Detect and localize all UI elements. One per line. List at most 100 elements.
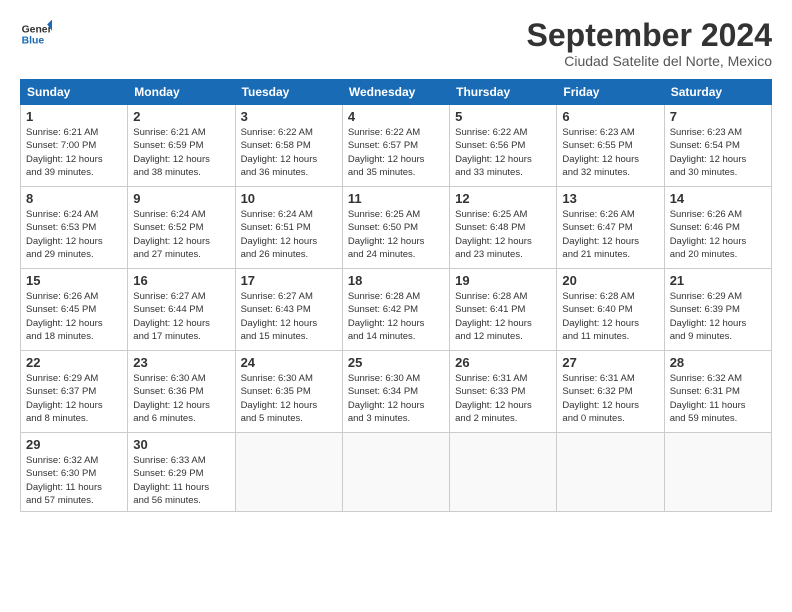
day-info: Sunrise: 6:27 AM Sunset: 6:43 PM Dayligh… (241, 290, 337, 343)
title-area: September 2024 Ciudad Satelite del Norte… (527, 18, 772, 69)
calendar-day: 21 Sunrise: 6:29 AM Sunset: 6:39 PM Dayli… (664, 269, 771, 351)
day-number: 23 (133, 355, 229, 370)
calendar-day: 17 Sunrise: 6:27 AM Sunset: 6:43 PM Dayli… (235, 269, 342, 351)
calendar-day: 25 Sunrise: 6:30 AM Sunset: 6:34 PM Dayli… (342, 351, 449, 433)
day-number: 24 (241, 355, 337, 370)
calendar-day (342, 433, 449, 512)
calendar-day: 27 Sunrise: 6:31 AM Sunset: 6:32 PM Dayli… (557, 351, 664, 433)
day-info: Sunrise: 6:24 AM Sunset: 6:53 PM Dayligh… (26, 208, 122, 261)
logo: General Blue (20, 18, 52, 50)
day-number: 19 (455, 273, 551, 288)
day-info: Sunrise: 6:22 AM Sunset: 6:57 PM Dayligh… (348, 126, 444, 179)
day-info: Sunrise: 6:23 AM Sunset: 6:55 PM Dayligh… (562, 126, 658, 179)
day-info: Sunrise: 6:30 AM Sunset: 6:34 PM Dayligh… (348, 372, 444, 425)
day-info: Sunrise: 6:28 AM Sunset: 6:41 PM Dayligh… (455, 290, 551, 343)
day-info: Sunrise: 6:21 AM Sunset: 7:00 PM Dayligh… (26, 126, 122, 179)
day-number: 18 (348, 273, 444, 288)
day-number: 29 (26, 437, 122, 452)
day-info: Sunrise: 6:21 AM Sunset: 6:59 PM Dayligh… (133, 126, 229, 179)
day-number: 16 (133, 273, 229, 288)
calendar-header-wednesday: Wednesday (342, 80, 449, 105)
calendar-day: 1 Sunrise: 6:21 AM Sunset: 7:00 PM Daylig… (21, 105, 128, 187)
day-info: Sunrise: 6:22 AM Sunset: 6:58 PM Dayligh… (241, 126, 337, 179)
day-info: Sunrise: 6:30 AM Sunset: 6:36 PM Dayligh… (133, 372, 229, 425)
day-number: 2 (133, 109, 229, 124)
calendar: SundayMondayTuesdayWednesdayThursdayFrid… (20, 79, 772, 512)
calendar-day: 3 Sunrise: 6:22 AM Sunset: 6:58 PM Daylig… (235, 105, 342, 187)
day-info: Sunrise: 6:25 AM Sunset: 6:48 PM Dayligh… (455, 208, 551, 261)
day-number: 30 (133, 437, 229, 452)
day-number: 12 (455, 191, 551, 206)
calendar-week-row: 1 Sunrise: 6:21 AM Sunset: 7:00 PM Daylig… (21, 105, 772, 187)
calendar-week-row: 15 Sunrise: 6:26 AM Sunset: 6:45 PM Dayli… (21, 269, 772, 351)
day-info: Sunrise: 6:32 AM Sunset: 6:31 PM Dayligh… (670, 372, 766, 425)
day-number: 27 (562, 355, 658, 370)
month-title: September 2024 (527, 18, 772, 53)
calendar-day: 15 Sunrise: 6:26 AM Sunset: 6:45 PM Dayli… (21, 269, 128, 351)
day-number: 15 (26, 273, 122, 288)
calendar-day: 28 Sunrise: 6:32 AM Sunset: 6:31 PM Dayli… (664, 351, 771, 433)
day-info: Sunrise: 6:30 AM Sunset: 6:35 PM Dayligh… (241, 372, 337, 425)
calendar-header-sunday: Sunday (21, 80, 128, 105)
day-info: Sunrise: 6:33 AM Sunset: 6:29 PM Dayligh… (133, 454, 229, 507)
calendar-header-friday: Friday (557, 80, 664, 105)
svg-text:Blue: Blue (22, 36, 45, 47)
calendar-day (557, 433, 664, 512)
calendar-day: 24 Sunrise: 6:30 AM Sunset: 6:35 PM Dayli… (235, 351, 342, 433)
calendar-week-row: 22 Sunrise: 6:29 AM Sunset: 6:37 PM Dayli… (21, 351, 772, 433)
calendar-day: 2 Sunrise: 6:21 AM Sunset: 6:59 PM Daylig… (128, 105, 235, 187)
calendar-day: 10 Sunrise: 6:24 AM Sunset: 6:51 PM Dayli… (235, 187, 342, 269)
day-info: Sunrise: 6:28 AM Sunset: 6:40 PM Dayligh… (562, 290, 658, 343)
day-info: Sunrise: 6:25 AM Sunset: 6:50 PM Dayligh… (348, 208, 444, 261)
day-info: Sunrise: 6:29 AM Sunset: 6:39 PM Dayligh… (670, 290, 766, 343)
calendar-day: 7Sunrise: 6:23 AM Sunset: 6:54 PM Daylig… (664, 105, 771, 187)
calendar-day (664, 433, 771, 512)
day-info: Sunrise: 6:24 AM Sunset: 6:52 PM Dayligh… (133, 208, 229, 261)
day-number: 11 (348, 191, 444, 206)
calendar-day: 14Sunrise: 6:26 AM Sunset: 6:46 PM Dayli… (664, 187, 771, 269)
day-number: 4 (348, 109, 444, 124)
calendar-day: 9Sunrise: 6:24 AM Sunset: 6:52 PM Daylig… (128, 187, 235, 269)
day-number: 22 (26, 355, 122, 370)
day-number: 14 (670, 191, 766, 206)
calendar-day: 8Sunrise: 6:24 AM Sunset: 6:53 PM Daylig… (21, 187, 128, 269)
calendar-day: 13Sunrise: 6:26 AM Sunset: 6:47 PM Dayli… (557, 187, 664, 269)
day-info: Sunrise: 6:32 AM Sunset: 6:30 PM Dayligh… (26, 454, 122, 507)
calendar-day (450, 433, 557, 512)
calendar-day: 16 Sunrise: 6:27 AM Sunset: 6:44 PM Dayli… (128, 269, 235, 351)
day-number: 6 (562, 109, 658, 124)
calendar-header-monday: Monday (128, 80, 235, 105)
day-number: 10 (241, 191, 337, 206)
day-number: 3 (241, 109, 337, 124)
calendar-day (235, 433, 342, 512)
day-info: Sunrise: 6:31 AM Sunset: 6:33 PM Dayligh… (455, 372, 551, 425)
day-info: Sunrise: 6:23 AM Sunset: 6:54 PM Dayligh… (670, 126, 766, 179)
day-number: 13 (562, 191, 658, 206)
calendar-header-thursday: Thursday (450, 80, 557, 105)
day-number: 1 (26, 109, 122, 124)
day-info: Sunrise: 6:24 AM Sunset: 6:51 PM Dayligh… (241, 208, 337, 261)
calendar-day: 29 Sunrise: 6:32 AM Sunset: 6:30 PM Dayli… (21, 433, 128, 512)
svg-text:General: General (22, 24, 52, 35)
day-number: 25 (348, 355, 444, 370)
day-info: Sunrise: 6:27 AM Sunset: 6:44 PM Dayligh… (133, 290, 229, 343)
calendar-day: 4 Sunrise: 6:22 AM Sunset: 6:57 PM Daylig… (342, 105, 449, 187)
day-number: 17 (241, 273, 337, 288)
calendar-day: 5Sunrise: 6:22 AM Sunset: 6:56 PM Daylig… (450, 105, 557, 187)
day-number: 21 (670, 273, 766, 288)
calendar-day: 6 Sunrise: 6:23 AM Sunset: 6:55 PM Daylig… (557, 105, 664, 187)
calendar-day: 30 Sunrise: 6:33 AM Sunset: 6:29 PM Dayli… (128, 433, 235, 512)
day-number: 26 (455, 355, 551, 370)
calendar-day: 19 Sunrise: 6:28 AM Sunset: 6:41 PM Dayli… (450, 269, 557, 351)
day-info: Sunrise: 6:28 AM Sunset: 6:42 PM Dayligh… (348, 290, 444, 343)
day-info: Sunrise: 6:31 AM Sunset: 6:32 PM Dayligh… (562, 372, 658, 425)
day-number: 28 (670, 355, 766, 370)
day-info: Sunrise: 6:26 AM Sunset: 6:45 PM Dayligh… (26, 290, 122, 343)
calendar-day: 20Sunrise: 6:28 AM Sunset: 6:40 PM Dayli… (557, 269, 664, 351)
header: General Blue September 2024 Ciudad Satel… (20, 18, 772, 69)
calendar-day: 18 Sunrise: 6:28 AM Sunset: 6:42 PM Dayli… (342, 269, 449, 351)
day-info: Sunrise: 6:29 AM Sunset: 6:37 PM Dayligh… (26, 372, 122, 425)
day-info: Sunrise: 6:22 AM Sunset: 6:56 PM Dayligh… (455, 126, 551, 179)
calendar-week-row: 29 Sunrise: 6:32 AM Sunset: 6:30 PM Dayli… (21, 433, 772, 512)
calendar-header-saturday: Saturday (664, 80, 771, 105)
